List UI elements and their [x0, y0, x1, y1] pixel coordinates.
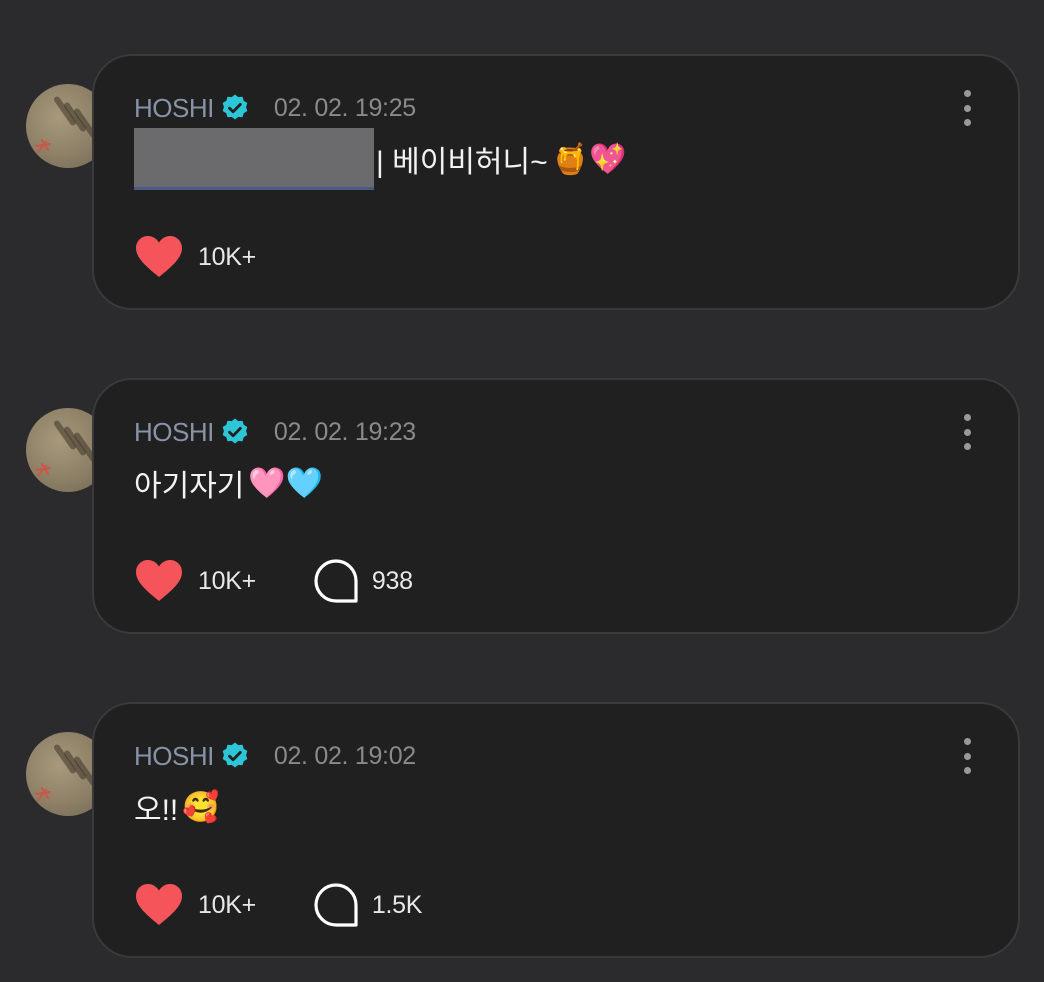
post-text: 아기자기: [134, 470, 245, 503]
like-count: 10K+: [198, 890, 256, 919]
comment-count: 1.5K: [371, 890, 423, 919]
like-count: 10K+: [198, 242, 256, 271]
avatar-mark-icon: [34, 786, 52, 802]
more-vertical-icon: [963, 767, 971, 774]
post-card[interactable]: HOSHI 02. 02. 19:02 오!! 🥰 10K+ 1.5K: [92, 702, 1020, 958]
post-item: HOSHI 02. 02. 19:23 아기자기 🩷🩵 10K+ 938: [0, 378, 1044, 638]
more-vertical-icon: [963, 752, 971, 760]
post-item: HOSHI 02. 02. 19:02 오!! 🥰 10K+ 1.5K: [0, 702, 1044, 962]
post-body: | 베이비허니~ 🍯💖: [134, 128, 627, 190]
post-emoji: 🍯💖: [551, 141, 627, 177]
avatar-mark-icon: [34, 138, 52, 154]
more-vertical-icon: [963, 428, 971, 436]
more-vertical-icon: [963, 119, 971, 126]
author-name[interactable]: HOSHI: [134, 741, 214, 772]
more-options-button[interactable]: [958, 90, 976, 126]
post-header: HOSHI 02. 02. 19:23: [134, 414, 416, 450]
post-date: 02. 02. 19:02: [273, 741, 416, 770]
post-actions: 10K+ 1.5K: [134, 882, 422, 928]
post-date: 02. 02. 19:25: [273, 93, 416, 122]
post-card[interactable]: HOSHI 02. 02. 19:25 | 베이비허니~ 🍯💖 10K+: [92, 54, 1020, 310]
verified-badge-icon: [222, 94, 248, 120]
more-vertical-icon: [963, 443, 971, 450]
post-header: HOSHI 02. 02. 19:25: [134, 90, 416, 126]
comment-bubble-icon[interactable]: [314, 883, 358, 927]
post-text: | 베이비허니~: [376, 146, 548, 179]
more-options-button[interactable]: [958, 414, 976, 450]
post-emoji: 🩷🩵: [248, 465, 324, 501]
heart-icon[interactable]: [134, 559, 184, 603]
more-vertical-icon: [963, 738, 971, 745]
post-date: 02. 02. 19:23: [273, 417, 416, 446]
verified-badge-icon: [222, 418, 248, 444]
more-vertical-icon: [963, 414, 971, 421]
more-vertical-icon: [963, 104, 971, 112]
post-card[interactable]: HOSHI 02. 02. 19:23 아기자기 🩷🩵 10K+ 938: [92, 378, 1020, 634]
post-header: HOSHI 02. 02. 19:02: [134, 738, 416, 774]
author-name[interactable]: HOSHI: [134, 417, 214, 448]
heart-icon[interactable]: [134, 883, 184, 927]
comment-bubble-icon[interactable]: [314, 559, 358, 603]
post-body: 아기자기 🩷🩵: [134, 460, 323, 506]
more-vertical-icon: [963, 90, 971, 97]
post-actions: 10K+: [134, 234, 256, 280]
heart-icon[interactable]: [134, 235, 184, 279]
avatar-mark-icon: [34, 462, 52, 478]
verified-badge-icon: [222, 742, 248, 768]
post-body: 오!! 🥰: [134, 784, 220, 830]
author-name[interactable]: HOSHI: [134, 93, 214, 124]
post-actions: 10K+ 938: [134, 558, 413, 604]
like-count: 10K+: [198, 566, 256, 595]
comment-count: 938: [371, 566, 413, 595]
post-feed: HOSHI 02. 02. 19:25 | 베이비허니~ 🍯💖 10K+ HOS…: [0, 0, 1044, 982]
post-emoji: 🥰: [182, 789, 220, 825]
post-text: 오!!: [134, 794, 179, 827]
post-item: HOSHI 02. 02. 19:25 | 베이비허니~ 🍯💖 10K+: [0, 54, 1044, 314]
redacted-block: [134, 128, 374, 190]
more-options-button[interactable]: [958, 738, 976, 774]
